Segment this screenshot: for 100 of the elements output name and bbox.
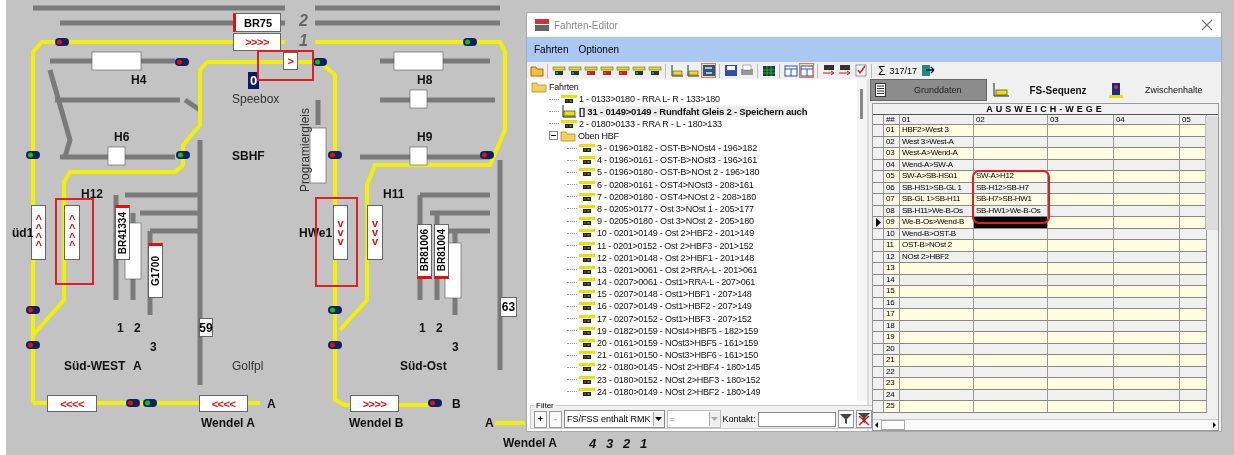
tree-item[interactable]: 15 - 0207>0148 - Ost1>HBF1 - 207>148: [597, 289, 752, 300]
grid-icon[interactable]: [761, 63, 776, 78]
table-cell: [1180, 263, 1207, 275]
tree-item[interactable]: 11 - 0201>0152 - Ost 2>HBF3 - 201>152: [597, 240, 754, 251]
locomotive-icon[interactable]: [551, 63, 566, 78]
tree-item[interactable]: 4 - 0196>0161 - OST-B>NOst3 - 196>161: [597, 155, 757, 166]
swap-icon[interactable]: [701, 63, 716, 78]
direction-block: >>>>: [233, 33, 281, 51]
table-cell: [1048, 217, 1114, 229]
table-cell: [1048, 378, 1114, 390]
scroll-left-icon[interactable]: [873, 421, 881, 429]
tree-item[interactable]: Oben HBF: [578, 130, 619, 141]
tree-item[interactable]: 1 - 0133>0180 - RRA L- R - 133>180: [579, 94, 720, 105]
exit-icon[interactable]: [920, 63, 936, 78]
tab[interactable]: Grunddaten: [870, 79, 987, 101]
tree-item[interactable]: 6 - 0208>0161 - OST4>NOst3 - 208>161: [597, 179, 754, 190]
tree-item[interactable]: 2 - 0180>0133 - RRA R - L - 180>133: [579, 118, 722, 129]
track-signal-icon: [579, 240, 595, 251]
locomotive-icon[interactable]: [647, 63, 662, 78]
signal-icon: [328, 341, 342, 349]
table-cell: We-B-Os>Wend-B: [900, 217, 974, 229]
sum-symbol: Σ: [878, 63, 886, 78]
track-label: 2: [134, 321, 141, 335]
scroll-thumb[interactable]: [881, 420, 905, 430]
tree-item[interactable]: 19 - 0182>0159 - NOst4>HBF5 - 182>159: [597, 325, 758, 336]
collapse-icon[interactable]: [549, 131, 558, 141]
scrollbar[interactable]: [873, 419, 1218, 430]
track-block: [409, 89, 428, 109]
caret-icon: [655, 417, 663, 421]
table-cell: [1048, 355, 1114, 367]
tree-item[interactable]: 16 - 0207>0149 - Ost1>HBF2 - 207>149: [597, 301, 752, 312]
tree-item[interactable]: [] 31 - 0149>0149 - Rundfaht Gleis 2 - Speichern auch: [579, 105, 808, 117]
row-pointer-icon: [875, 217, 881, 227]
tree-item[interactable]: 17 - 0207>0152 - Ost1>HBF3 - 207>152: [597, 313, 752, 324]
track-signal-icon: [579, 179, 595, 190]
filter-title: Filter: [535, 401, 555, 410]
train-block: G1700: [148, 243, 163, 298]
scroll-right-icon[interactable]: [1210, 421, 1218, 429]
signal-icon: [55, 38, 69, 46]
field-dropdown[interactable]: FS/FSS enthält RMK: [564, 410, 665, 428]
row-number: 13: [884, 263, 900, 275]
tree-item[interactable]: 5 - 0196>0180 - OST-B>NOst 2 - 196>180: [597, 167, 760, 178]
exchange-icon[interactable]: [837, 63, 852, 78]
track-block: [91, 51, 142, 71]
menu-item[interactable]: Optionen: [578, 44, 620, 55]
clear-filter-icon[interactable]: [855, 410, 872, 428]
close-icon[interactable]: [1201, 19, 1213, 31]
highlight-frame: [257, 50, 314, 81]
table-cell: [1114, 378, 1180, 390]
add-button[interactable]: +: [534, 410, 547, 428]
tree-item[interactable]: 13 - 0201>0061 - Ost 2>RRA-L - 201>061: [597, 264, 758, 275]
locomotive-icon[interactable]: [583, 63, 598, 78]
tree-item[interactable]: 3 - 0196>0182 - OST-B>NOst4 - 196>182: [597, 143, 757, 154]
checklist-icon[interactable]: [853, 63, 868, 78]
table-cell: [1114, 240, 1180, 252]
tree-item[interactable]: 24 - 0180>0149 - NOst 2>HBF2 - 180>149: [597, 386, 761, 397]
tree-item[interactable]: 22 - 0180>0145 - NOst 2>HBF4 - 180>145: [597, 362, 761, 373]
filter-icon[interactable]: [837, 410, 854, 428]
tree-item[interactable]: 21 - 0161>0150 - NOst3>HBF6 - 161>150: [597, 350, 758, 361]
table-cell: [1180, 332, 1207, 344]
scrollbar[interactable]: [1205, 116, 1218, 230]
scrollbar[interactable]: [857, 79, 867, 401]
tree-item[interactable]: 14 - 0207>0061 - Ost1>RRA-L - 207>061: [597, 277, 756, 288]
row-number: 11: [884, 240, 900, 252]
print-icon[interactable]: [739, 63, 754, 78]
steps-icon[interactable]: [685, 63, 700, 78]
tree-item[interactable]: Fahrten: [549, 82, 579, 93]
steps-icon[interactable]: [669, 63, 684, 78]
menu-item[interactable]: Fahrten: [534, 44, 569, 55]
locomotive-icon[interactable]: [615, 63, 630, 78]
signal-icon: [126, 399, 140, 407]
tree-item[interactable]: 10 - 0201>0149 - Ost 2>HBF2 - 201>149: [597, 228, 754, 239]
table-cell: SW-A>SB-HSü1: [900, 171, 974, 183]
locomotive-icon[interactable]: [599, 63, 614, 78]
table-icon[interactable]: [783, 63, 798, 78]
exchange-icon[interactable]: [821, 63, 836, 78]
table-cell: [1048, 148, 1114, 160]
track-label: H4: [131, 73, 147, 87]
track-block: [409, 146, 428, 166]
locomotive-icon[interactable]: [631, 63, 646, 78]
track-label: A: [485, 416, 494, 430]
table-cell: [1048, 286, 1114, 298]
steps-icon: [561, 104, 577, 118]
tree-item[interactable]: 8 - 0205>0177 - Ost 3>NOst 1 - 205>177: [597, 203, 754, 214]
locomotive-icon[interactable]: [567, 63, 582, 78]
contact-field[interactable]: [757, 411, 836, 427]
track-label: Golfpl: [232, 359, 264, 373]
tree-item[interactable]: 20 - 0161>0159 - NOst3>HBF5 - 161>159: [597, 338, 758, 349]
tree-item[interactable]: 7 - 0208>0180 - OST4>NOst 2 - 208>180: [597, 191, 756, 202]
tree-item[interactable]: 9 - 0205>0180 - Ost 3>NOst 2 - 205>180: [597, 216, 754, 227]
tree-item[interactable]: 23 - 0180>0152 - NOst 2>HBF3 - 180>152: [597, 374, 761, 385]
table-icon[interactable]: [799, 63, 814, 78]
app-icon: [535, 19, 549, 31]
row-header[interactable]: [873, 217, 884, 229]
signal-icon: [143, 399, 157, 407]
track-signal-icon: [579, 228, 595, 239]
track-signal-icon: [579, 216, 595, 227]
window-title: Fahrten-Editor: [554, 19, 619, 31]
tree-item[interactable]: 12 - 0201>0148 - Ost 2>HBF1 - 201>148: [597, 252, 754, 263]
save-icon[interactable]: [723, 63, 738, 78]
